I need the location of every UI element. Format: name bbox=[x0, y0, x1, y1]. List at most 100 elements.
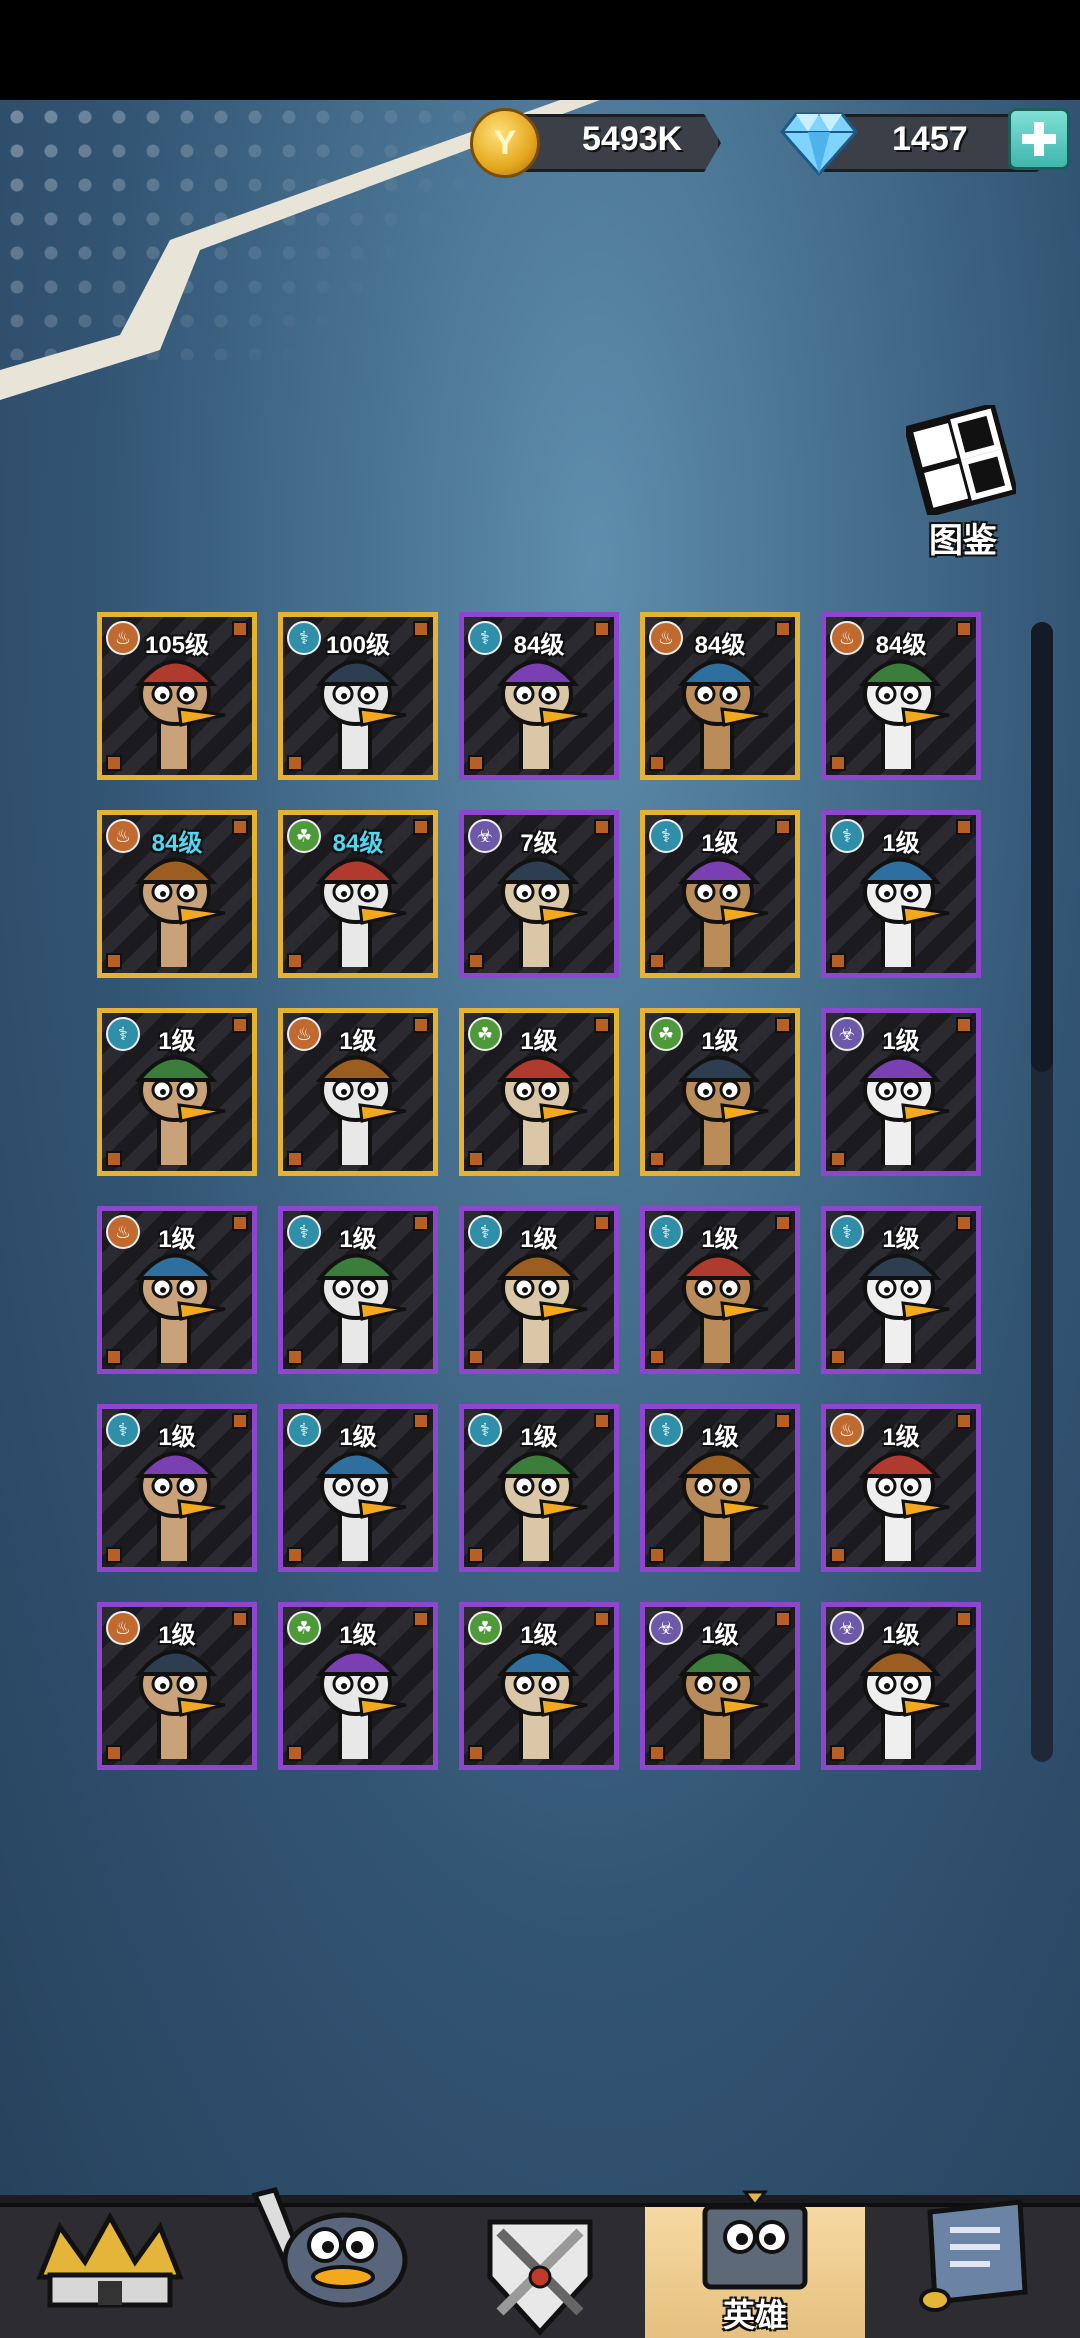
hero-card[interactable]: ⚕ 1级 bbox=[821, 810, 981, 978]
frame-corner bbox=[106, 1151, 122, 1167]
hero-level: 1级 bbox=[882, 1226, 920, 1253]
hero-card[interactable]: ⚕ 1级 bbox=[278, 1404, 438, 1572]
crown-castle-icon bbox=[36, 2211, 184, 2308]
hero-level: 1级 bbox=[701, 1622, 739, 1649]
hero-level: 1级 bbox=[520, 1424, 558, 1451]
frame-corner bbox=[649, 755, 665, 771]
coin-amount: 5493K bbox=[582, 120, 683, 158]
hero-level: 1级 bbox=[339, 1028, 377, 1055]
tab-castle[interactable] bbox=[0, 2203, 215, 2338]
hero-card[interactable]: ♨ 1级 bbox=[97, 1206, 257, 1374]
hero-card[interactable]: ☘ 1级 bbox=[459, 1602, 619, 1770]
crossed-swords-shield-icon bbox=[487, 2219, 593, 2336]
hero-level: 1级 bbox=[882, 1028, 920, 1055]
hero-level: 1级 bbox=[520, 1622, 558, 1649]
gem-counter: 1457 bbox=[780, 108, 1070, 176]
tab-battle[interactable] bbox=[215, 2187, 430, 2338]
frame-corner bbox=[468, 1151, 484, 1167]
hero-level: 1级 bbox=[520, 1028, 558, 1055]
frame-corner bbox=[830, 755, 846, 771]
hero-card[interactable]: ☣ 1级 bbox=[640, 1602, 800, 1770]
hero-level: 7级 bbox=[520, 830, 558, 857]
hero-grid-scrollbar[interactable] bbox=[1031, 622, 1053, 1762]
hero-level: 84级 bbox=[151, 830, 203, 857]
add-gems-button[interactable] bbox=[1008, 108, 1070, 170]
frame-corner bbox=[106, 1349, 122, 1365]
hero-card[interactable]: ⚕ 84级 bbox=[459, 612, 619, 780]
codex-button[interactable]: 图鉴 bbox=[888, 395, 1038, 565]
hero-card[interactable]: ♨ 84级 bbox=[640, 612, 800, 780]
hero-card[interactable]: ♨ 1级 bbox=[821, 1404, 981, 1572]
hero-card[interactable]: ♨ 1级 bbox=[278, 1008, 438, 1176]
hero-card[interactable]: ⚕ 1级 bbox=[97, 1404, 257, 1572]
frame-corner bbox=[287, 755, 303, 771]
hero-level: 84级 bbox=[332, 830, 384, 857]
duck-sword-icon bbox=[251, 2187, 408, 2308]
hero-level: 1级 bbox=[339, 1622, 377, 1649]
codex-label: 图鉴 bbox=[929, 522, 997, 560]
frame-corner bbox=[649, 1349, 665, 1365]
hero-level: 1级 bbox=[701, 1226, 739, 1253]
tab-quests[interactable] bbox=[865, 2199, 1080, 2338]
frame-corner bbox=[468, 953, 484, 969]
hero-card[interactable]: ☘ 1级 bbox=[278, 1602, 438, 1770]
hero-level: 105级 bbox=[144, 632, 210, 659]
hero-level: 84级 bbox=[875, 632, 927, 659]
frame-corner bbox=[830, 1151, 846, 1167]
hero-card[interactable]: ☣ 7级 bbox=[459, 810, 619, 978]
scroll-map-icon bbox=[919, 2199, 1028, 2312]
hero-card[interactable]: ♨ 84级 bbox=[821, 612, 981, 780]
hero-card[interactable]: ⚕ 1级 bbox=[278, 1206, 438, 1374]
hero-card[interactable]: ☣ 1级 bbox=[821, 1602, 981, 1770]
frame-corner bbox=[649, 1547, 665, 1563]
hero-card[interactable]: ⚕ 1级 bbox=[640, 1206, 800, 1374]
hero-level: 84级 bbox=[513, 632, 565, 659]
frame-corner bbox=[287, 1349, 303, 1365]
frame-corner bbox=[468, 1547, 484, 1563]
frame-corner bbox=[830, 1745, 846, 1761]
hero-level: 1级 bbox=[158, 1424, 196, 1451]
hero-card[interactable]: ♨ 84级 bbox=[97, 810, 257, 978]
hero-card[interactable]: ⚕ 1级 bbox=[459, 1206, 619, 1374]
hero-level: 1级 bbox=[158, 1028, 196, 1055]
hero-card[interactable]: ☘ 84级 bbox=[278, 810, 438, 978]
hero-level: 1级 bbox=[339, 1424, 377, 1451]
gem-amount: 1457 bbox=[892, 120, 968, 158]
duck-book-icon bbox=[702, 2190, 808, 2290]
hero-card[interactable]: ⚕ 1级 bbox=[459, 1404, 619, 1572]
hero-card[interactable]: ⚕ 1级 bbox=[640, 810, 800, 978]
frame-corner bbox=[106, 755, 122, 771]
frame-corner bbox=[287, 1151, 303, 1167]
status-bar bbox=[0, 0, 1080, 100]
frame-corner bbox=[649, 953, 665, 969]
hero-level: 1级 bbox=[882, 1622, 920, 1649]
diamond-icon bbox=[780, 112, 858, 176]
coin-symbol: Y bbox=[493, 123, 517, 162]
tab-heroes[interactable]: 英雄 bbox=[645, 2190, 865, 2338]
frame-corner bbox=[106, 1547, 122, 1563]
scroll-thumb[interactable] bbox=[1031, 622, 1053, 1072]
bottom-navigation: 英雄 bbox=[0, 2187, 1080, 2338]
gold-coin-icon: Y bbox=[470, 108, 540, 178]
tab-heroes-label: 英雄 bbox=[722, 2297, 787, 2333]
coin-counter: Y 5493K bbox=[470, 108, 750, 178]
hero-card[interactable]: ⚕ 1级 bbox=[640, 1404, 800, 1572]
hero-card[interactable]: ⚕ 1级 bbox=[821, 1206, 981, 1374]
frame-corner bbox=[468, 1745, 484, 1761]
hero-card[interactable]: ☣ 1级 bbox=[821, 1008, 981, 1176]
hero-card[interactable]: ♨ 1级 bbox=[97, 1602, 257, 1770]
hero-card[interactable]: ☘ 1级 bbox=[459, 1008, 619, 1176]
hero-level: 1级 bbox=[882, 1424, 920, 1451]
tab-equipment[interactable] bbox=[430, 2203, 645, 2338]
frame-corner bbox=[830, 953, 846, 969]
hero-card[interactable]: ♨ 105级 bbox=[97, 612, 257, 780]
hero-card[interactable]: ☘ 1级 bbox=[640, 1008, 800, 1176]
hero-card[interactable]: ⚕ 1级 bbox=[97, 1008, 257, 1176]
frame-corner bbox=[649, 1151, 665, 1167]
frame-corner bbox=[468, 755, 484, 771]
frame-corner bbox=[287, 1745, 303, 1761]
hero-level: 1级 bbox=[701, 1424, 739, 1451]
hero-level: 1级 bbox=[520, 1226, 558, 1253]
hero-level: 1级 bbox=[158, 1226, 196, 1253]
hero-card[interactable]: ⚕ 100级 bbox=[278, 612, 438, 780]
